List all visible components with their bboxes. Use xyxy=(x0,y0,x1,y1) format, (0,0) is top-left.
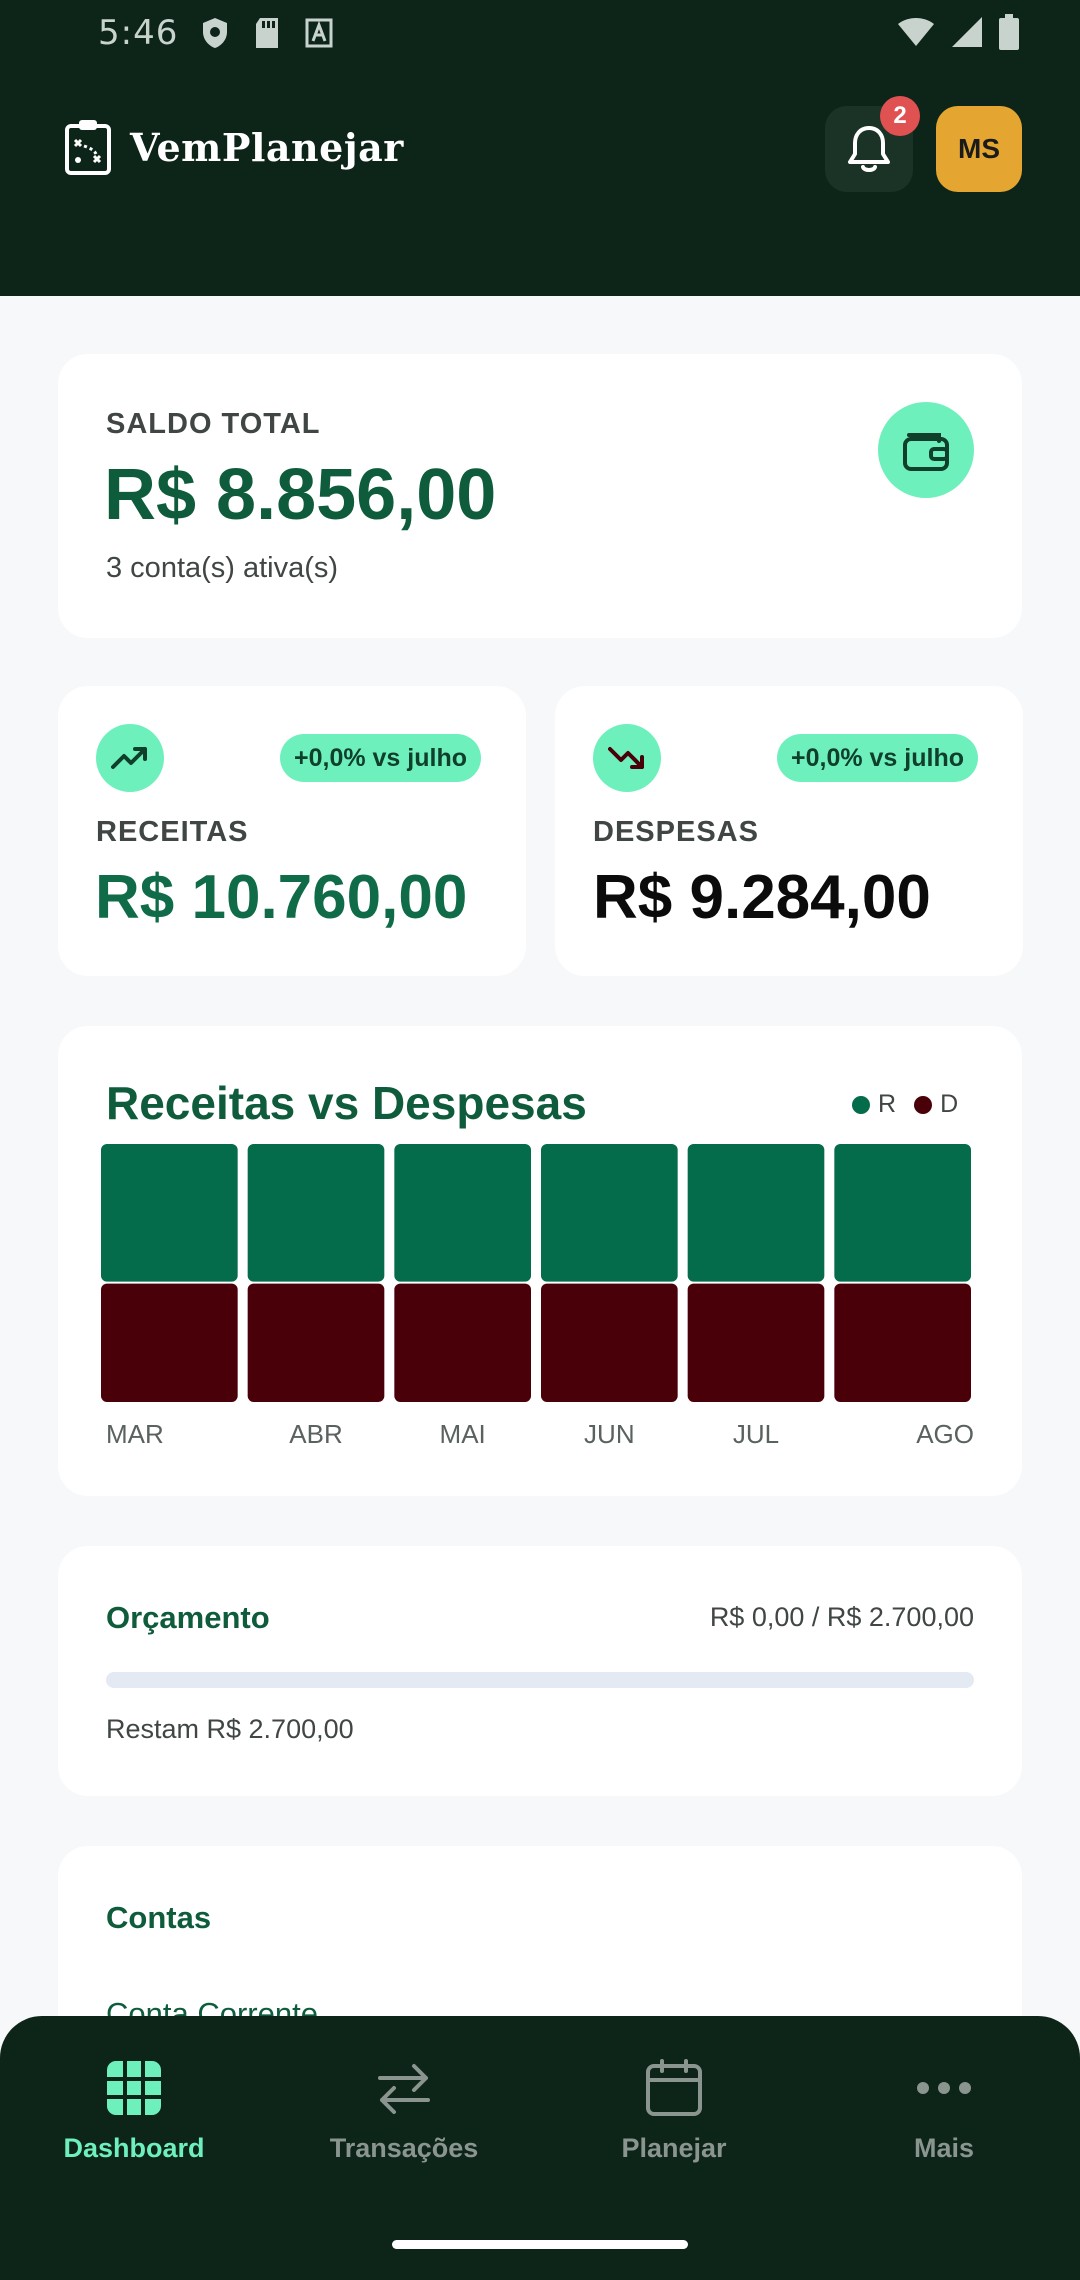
budget-remaining: Restam R$ 2.700,00 xyxy=(106,1714,354,1744)
income-icon-badge xyxy=(96,724,164,792)
balance-label: SALDO TOTAL xyxy=(106,408,321,440)
calendar-icon xyxy=(646,2059,702,2116)
x-tick-label: ABR xyxy=(289,1419,342,1449)
expenses-label: DESPESAS xyxy=(593,816,759,848)
nav-item-transactions[interactable]: Transações xyxy=(304,2058,504,2164)
nav-item-plan[interactable]: Planejar xyxy=(574,2058,774,2164)
bell-icon xyxy=(848,126,890,172)
x-tick-label: MAR xyxy=(106,1419,164,1449)
signal-icon xyxy=(952,17,982,47)
income-label: RECEITAS xyxy=(96,816,249,848)
budget-summary: R$ 0,00 / R$ 2.700,00 xyxy=(709,1602,974,1632)
nav-label-plan: Planejar xyxy=(621,2133,727,2163)
bar-income-mai[interactable] xyxy=(394,1144,531,1282)
wifi-icon xyxy=(898,18,934,46)
bar-expenses-ago[interactable] xyxy=(834,1283,971,1402)
notification-badge: 2 xyxy=(880,96,920,136)
bar-expenses-mar[interactable] xyxy=(101,1283,238,1402)
user-avatar[interactable]: MS xyxy=(936,106,1022,192)
more-dots-icon xyxy=(917,2082,971,2094)
wallet-icon xyxy=(903,433,949,471)
bar-income-ago[interactable] xyxy=(834,1144,971,1282)
expense-icon-badge xyxy=(593,724,661,792)
nav-item-more[interactable]: Mais xyxy=(844,2058,1044,2164)
bar-income-jun[interactable] xyxy=(541,1144,678,1282)
nav-label-dashboard: Dashboard xyxy=(63,2133,205,2163)
wallet-badge xyxy=(878,402,974,498)
bar-expenses-mai[interactable] xyxy=(394,1283,531,1402)
text-a-icon xyxy=(305,18,333,48)
accounts-title: Contas xyxy=(106,1900,212,1935)
status-bar: 5:46 xyxy=(0,0,1080,66)
x-tick-label: AGO xyxy=(916,1419,974,1449)
sd-card-icon xyxy=(256,18,279,48)
legend-income: R xyxy=(852,1090,896,1119)
legend-expenses: D xyxy=(914,1090,958,1119)
brand-logo[interactable]: VemPlanejar xyxy=(64,118,404,176)
bar-expenses-abr[interactable] xyxy=(247,1283,385,1402)
nav-label-transactions: Transações xyxy=(329,2133,479,2163)
shield-icon xyxy=(203,18,228,48)
balance-value: R$ 8.856,00 xyxy=(104,455,497,535)
x-tick-label: MAI xyxy=(440,1419,486,1449)
home-indicator[interactable] xyxy=(392,2240,688,2249)
battery-icon xyxy=(999,14,1019,50)
expenses-change-badge: +0,0% vs julho xyxy=(777,734,978,782)
legend-income-label: R xyxy=(878,1090,897,1118)
swap-arrows-icon xyxy=(378,2064,430,2114)
grid-icon xyxy=(107,2061,161,2115)
expenses-value: R$ 9.284,00 xyxy=(593,863,931,932)
trend-up-icon xyxy=(111,747,147,769)
bar-expenses-jul[interactable] xyxy=(687,1283,825,1402)
legend-income-dot xyxy=(852,1096,870,1115)
income-change-badge: +0,0% vs julho xyxy=(280,734,481,782)
status-time: 5:46 xyxy=(98,13,179,53)
active-accounts-count: 3 conta(s) ativa(s) xyxy=(106,552,339,584)
budget-progress-track xyxy=(106,1672,974,1688)
nav-label-more: Mais xyxy=(913,2133,975,2163)
x-tick-label: JUN xyxy=(584,1419,635,1449)
app-header: VemPlanejar xyxy=(0,66,1080,296)
trend-down-icon xyxy=(608,747,644,769)
income-value: R$ 10.760,00 xyxy=(95,863,468,932)
chart-title: Receitas vs Despesas xyxy=(106,1077,587,1129)
brand-name: VemPlanejar xyxy=(130,124,404,170)
chart-legend: R D xyxy=(852,1090,958,1119)
bar-income-jul[interactable] xyxy=(687,1144,825,1282)
budget-title: Orçamento xyxy=(106,1600,270,1635)
nav-item-dashboard[interactable]: Dashboard xyxy=(34,2058,234,2164)
bar-income-abr[interactable] xyxy=(247,1144,385,1282)
x-tick-label: JUL xyxy=(733,1419,779,1449)
budget-card[interactable] xyxy=(58,1546,1022,1796)
clipboard-plan-icon xyxy=(65,120,111,175)
income-expenses-bar-chart: MAR ABR MAI JUN JUL AGO xyxy=(101,1144,974,1449)
bar-income-mar[interactable] xyxy=(101,1144,238,1282)
legend-expenses-dot xyxy=(914,1096,933,1115)
bar-expenses-jun[interactable] xyxy=(541,1283,678,1402)
legend-expenses-label: D xyxy=(940,1090,959,1118)
